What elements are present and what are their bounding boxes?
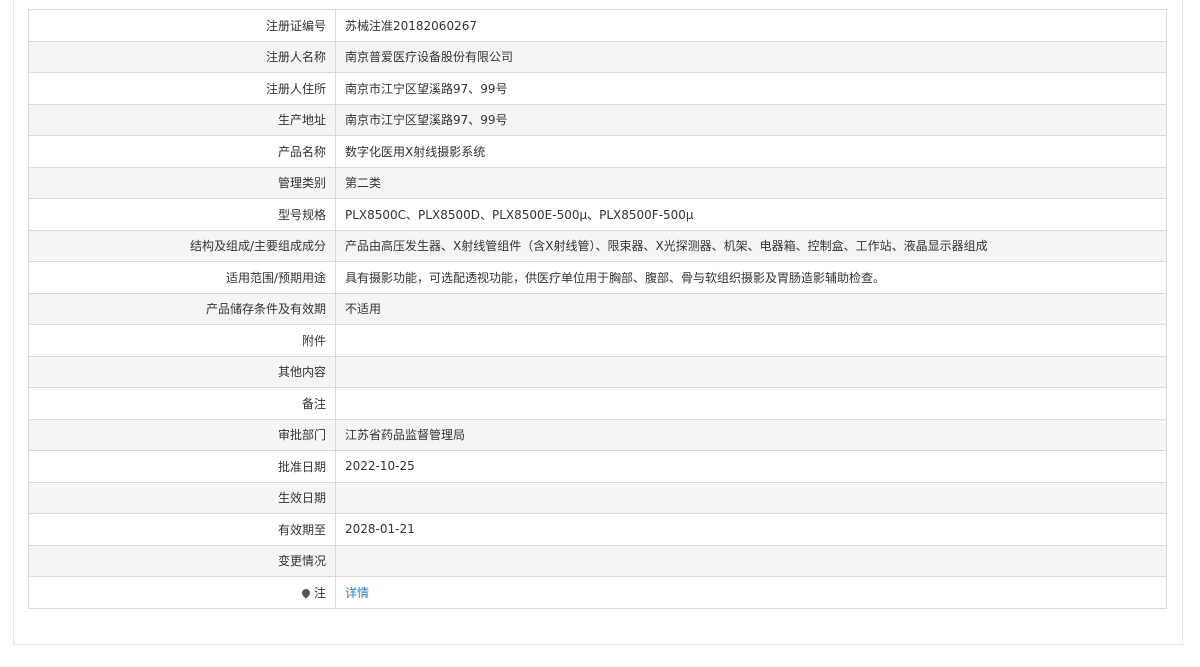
row-value-registrant-address: 南京市江宁区望溪路97、99号: [335, 72, 1167, 105]
row-label-approval-department: 审批部门: [28, 418, 336, 451]
table-row: 有效期至 2028-01-21: [28, 513, 1167, 546]
table-row: 管理类别 第二类: [28, 166, 1167, 199]
table-row: 变更情况: [28, 544, 1167, 577]
row-label-note: 注: [28, 576, 336, 609]
row-label-valid-until: 有效期至: [28, 513, 336, 546]
row-label-product-name: 产品名称: [28, 135, 336, 168]
row-value-approval-date: 2022-10-25: [335, 450, 1167, 483]
row-label-attachment: 附件: [28, 324, 336, 357]
row-label-intended-use: 适用范围/预期用途: [28, 261, 336, 294]
row-value-registration-number: 苏械注准20182060267: [335, 9, 1167, 42]
row-value-approval-department: 江苏省药品监督管理局: [335, 418, 1167, 451]
table-row: 附件: [28, 324, 1167, 357]
table-row: 注册人住所 南京市江宁区望溪路97、99号: [28, 72, 1167, 105]
table-row: 注册人名称 南京普爱医疗设备股份有限公司: [28, 40, 1167, 73]
row-value-change-status: [335, 544, 1167, 577]
row-value-production-address: 南京市江宁区望溪路97、99号: [335, 103, 1167, 136]
table-row: 审批部门 江苏省药品监督管理局: [28, 418, 1167, 451]
row-label-structure-composition: 结构及组成/主要组成成分: [28, 229, 336, 262]
row-label-model-spec: 型号规格: [28, 198, 336, 231]
row-label-remarks: 备注: [28, 387, 336, 420]
table-row: 注册证编号 苏械注准20182060267: [28, 9, 1167, 42]
pin-icon: [300, 587, 312, 599]
row-label-registrant-name: 注册人名称: [28, 40, 336, 73]
row-value-other-content: [335, 355, 1167, 388]
row-label-change-status: 变更情况: [28, 544, 336, 577]
details-link[interactable]: 详情: [345, 586, 369, 600]
table-row: 结构及组成/主要组成成分 产品由高压发生器、X射线管组件（含X射线管）、限束器、…: [28, 229, 1167, 262]
row-label-storage-validity: 产品储存条件及有效期: [28, 292, 336, 325]
row-label-registration-number: 注册证编号: [28, 9, 336, 42]
table-row: 注 详情: [28, 576, 1167, 609]
row-label-registrant-address: 注册人住所: [28, 72, 336, 105]
table-row: 生产地址 南京市江宁区望溪路97、99号: [28, 103, 1167, 136]
row-value-valid-until: 2028-01-21: [335, 513, 1167, 546]
row-value-remarks: [335, 387, 1167, 420]
row-value-management-category: 第二类: [335, 166, 1167, 199]
table-row: 其他内容: [28, 355, 1167, 388]
row-label-effective-date: 生效日期: [28, 481, 336, 514]
row-value-storage-validity: 不适用: [335, 292, 1167, 325]
row-label-management-category: 管理类别: [28, 166, 336, 199]
row-value-note: 详情: [335, 576, 1167, 609]
row-value-model-spec: PLX8500C、PLX8500D、PLX8500E-500μ、PLX8500F…: [335, 198, 1167, 231]
table-row: 产品名称 数字化医用X射线摄影系统: [28, 135, 1167, 168]
table-row: 批准日期 2022-10-25: [28, 450, 1167, 483]
row-value-product-name: 数字化医用X射线摄影系统: [335, 135, 1167, 168]
registration-detail-table: 注册证编号 苏械注准20182060267 注册人名称 南京普爱医疗设备股份有限…: [28, 9, 1167, 609]
row-label-approval-date: 批准日期: [28, 450, 336, 483]
row-value-structure-composition: 产品由高压发生器、X射线管组件（含X射线管）、限束器、X光探测器、机架、电器箱、…: [335, 229, 1167, 262]
row-label-other-content: 其他内容: [28, 355, 336, 388]
note-label: 注: [313, 585, 326, 600]
row-label-production-address: 生产地址: [28, 103, 336, 136]
table-row: 产品储存条件及有效期 不适用: [28, 292, 1167, 325]
row-value-registrant-name: 南京普爱医疗设备股份有限公司: [335, 40, 1167, 73]
table-row: 适用范围/预期用途 具有摄影功能，可选配透视功能，供医疗单位用于胸部、腹部、骨与…: [28, 261, 1167, 294]
table-row: 型号规格 PLX8500C、PLX8500D、PLX8500E-500μ、PLX…: [28, 198, 1167, 231]
row-value-intended-use: 具有摄影功能，可选配透视功能，供医疗单位用于胸部、腹部、骨与软组织摄影及胃肠造影…: [335, 261, 1167, 294]
row-value-attachment: [335, 324, 1167, 357]
row-value-effective-date: [335, 481, 1167, 514]
table-row: 备注: [28, 387, 1167, 420]
table-row: 生效日期: [28, 481, 1167, 514]
